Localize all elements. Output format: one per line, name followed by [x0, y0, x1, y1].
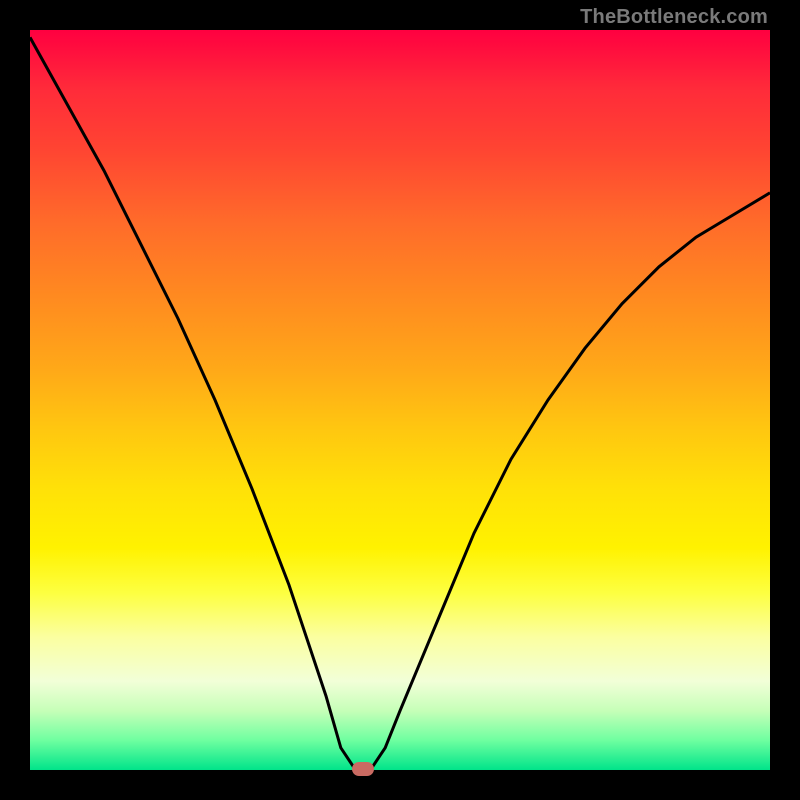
watermark-text: TheBottleneck.com: [580, 6, 768, 29]
optimal-marker: [352, 762, 374, 776]
chart-frame: TheBottleneck.com: [0, 0, 800, 800]
plot-area: [30, 30, 770, 770]
bottleneck-curve: [30, 30, 770, 770]
